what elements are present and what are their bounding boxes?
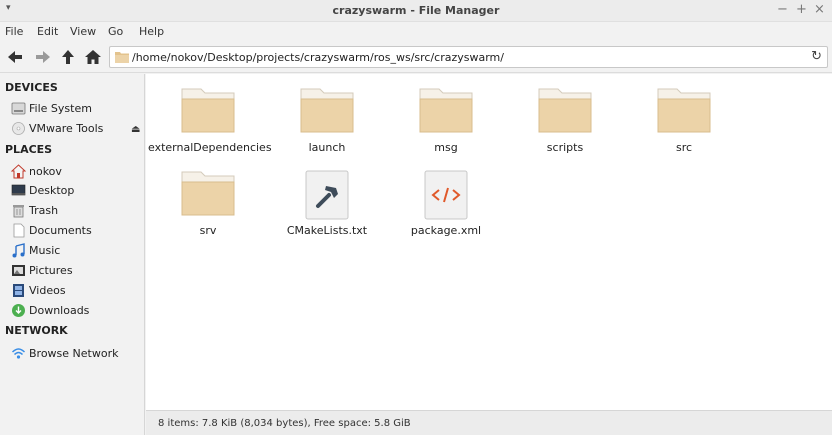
videos-icon	[13, 284, 24, 297]
cmake-file-icon	[305, 170, 349, 220]
sidebar-item-browse-network[interactable]: Browse Network	[11, 345, 141, 363]
sidebar-item-documents[interactable]: Documents	[11, 222, 141, 240]
file-item-srv[interactable]: srv	[148, 157, 268, 237]
eject-icon[interactable]: ⏏	[131, 124, 140, 135]
sidebar: DEVICES File System VMware Tools PLACES …	[0, 74, 145, 435]
menu-view[interactable]: View	[70, 25, 96, 38]
sidebar-item-label: Downloads	[29, 304, 90, 317]
menu-go[interactable]: Go	[108, 25, 123, 38]
location-bar[interactable]: /home/nokov/Desktop/projects/crazyswarm/…	[109, 46, 828, 68]
file-name: src	[675, 141, 693, 154]
forward-button[interactable]	[34, 48, 52, 66]
document-icon	[13, 223, 25, 238]
folder-icon	[115, 52, 129, 63]
file-name: externalDependencies	[148, 141, 272, 154]
sidebar-item-vmware-tools[interactable]: VMware Tools	[11, 120, 141, 138]
folder-icon	[181, 171, 235, 216]
optical-disc-icon	[12, 122, 25, 135]
sidebar-item-pictures[interactable]: Pictures	[11, 262, 141, 280]
sidebar-header-network: NETWORK	[5, 324, 68, 337]
xml-file-icon	[424, 170, 468, 220]
back-button[interactable]	[6, 48, 24, 66]
sidebar-item-downloads[interactable]: Downloads	[11, 302, 141, 320]
sidebar-header-places: PLACES	[5, 143, 53, 156]
up-button[interactable]	[59, 48, 77, 66]
close-button[interactable]: ×	[814, 2, 825, 17]
home-button[interactable]	[84, 48, 102, 66]
maximize-button[interactable]: +	[796, 2, 807, 17]
file-item-externaldependencies[interactable]: externalDependencies	[148, 74, 272, 154]
folder-icon	[181, 88, 235, 133]
title-bar: ▾ crazyswarm - File Manager − + ×	[0, 0, 832, 22]
file-name: CMakeLists.txt	[286, 224, 368, 237]
sidebar-item-label: VMware Tools	[29, 122, 104, 135]
file-view[interactable]: externalDependencies launch msg scripts	[146, 74, 832, 410]
minimize-button[interactable]: −	[777, 2, 788, 17]
sidebar-item-label: Documents	[29, 224, 92, 237]
up-arrow-icon	[62, 50, 74, 64]
home-icon	[85, 50, 101, 64]
forward-arrow-icon	[36, 51, 50, 63]
file-name: msg	[434, 141, 458, 154]
status-bar: 8 items: 7.8 KiB (8,034 bytes), Free spa…	[146, 410, 832, 435]
file-name: launch	[308, 141, 346, 154]
folder-icon	[419, 88, 473, 133]
file-name: srv	[199, 224, 217, 237]
folder-icon	[657, 88, 711, 133]
file-item-scripts[interactable]: scripts	[505, 74, 625, 154]
sidebar-item-label: Music	[29, 244, 61, 257]
location-path[interactable]: /home/nokov/Desktop/projects/crazyswarm/…	[132, 51, 504, 64]
file-item-cmakelists[interactable]: CMakeLists.txt	[267, 157, 387, 237]
file-name: package.xml	[410, 224, 482, 237]
folder-icon	[300, 88, 354, 133]
sidebar-item-music[interactable]: Music	[11, 242, 141, 260]
file-item-msg[interactable]: msg	[386, 74, 506, 154]
sidebar-item-label: Videos	[29, 284, 66, 297]
menu-file[interactable]: File	[5, 25, 23, 38]
pictures-icon	[12, 265, 25, 276]
file-name: scripts	[546, 141, 584, 154]
file-item-launch[interactable]: launch	[267, 74, 387, 154]
sidebar-header-devices: DEVICES	[5, 81, 58, 94]
sidebar-item-label: Pictures	[29, 264, 73, 277]
drive-icon	[11, 102, 26, 115]
file-item-package-xml[interactable]: package.xml	[386, 157, 506, 237]
sidebar-item-desktop[interactable]: Desktop	[11, 182, 141, 200]
home-icon	[11, 164, 26, 179]
file-item-src[interactable]: src	[624, 74, 744, 154]
sidebar-item-label: File System	[29, 102, 92, 115]
sidebar-item-file-system[interactable]: File System	[11, 100, 141, 118]
sidebar-item-trash[interactable]: Trash	[11, 202, 141, 220]
folder-icon	[538, 88, 592, 133]
window-title: crazyswarm - File Manager	[332, 4, 500, 17]
music-icon	[12, 243, 25, 258]
sidebar-item-nokov[interactable]: nokov	[11, 163, 141, 181]
network-icon	[11, 348, 26, 359]
menu-help[interactable]: Help	[139, 25, 164, 38]
sidebar-item-label: Desktop	[29, 184, 75, 197]
menu-edit[interactable]: Edit	[37, 25, 58, 38]
desktop-icon	[11, 184, 26, 196]
sidebar-item-label: nokov	[29, 165, 62, 178]
reload-button[interactable]: ↻	[811, 49, 822, 64]
sidebar-item-videos[interactable]: Videos	[11, 282, 141, 300]
menu-bar: File Edit View Go Help	[0, 22, 832, 42]
back-arrow-icon	[8, 51, 22, 63]
downloads-icon	[12, 304, 25, 317]
trash-icon	[13, 205, 24, 218]
sidebar-item-label: Trash	[29, 204, 59, 217]
sidebar-item-label: Browse Network	[29, 347, 119, 360]
status-text: 8 items: 7.8 KiB (8,034 bytes), Free spa…	[158, 418, 411, 429]
